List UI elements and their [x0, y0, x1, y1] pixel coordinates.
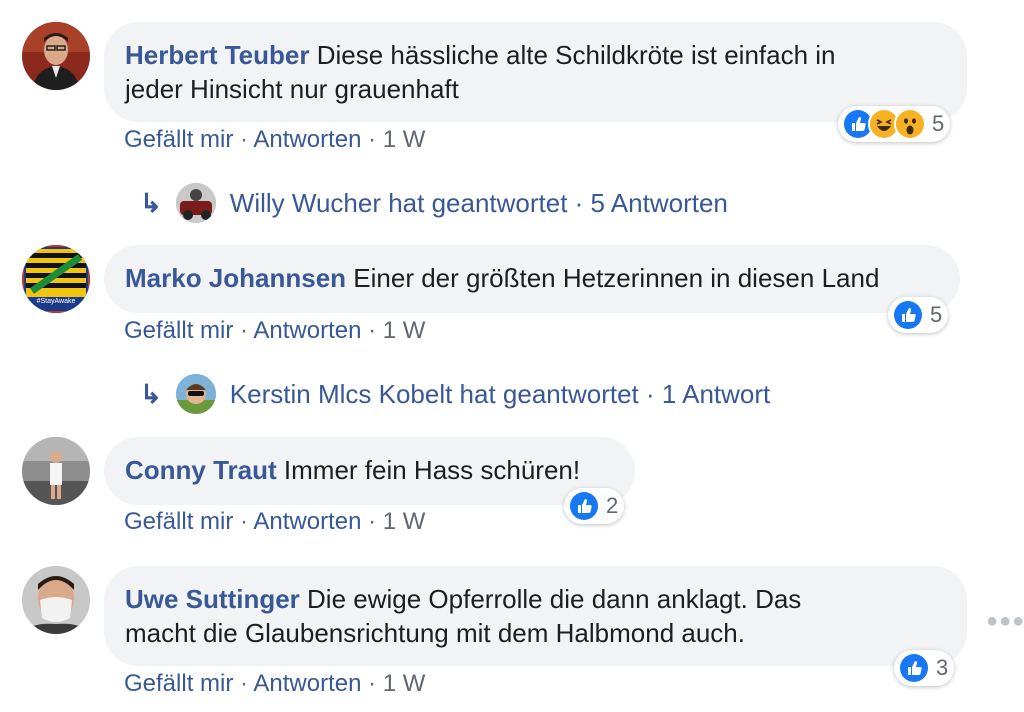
comment-author[interactable]: Conny Traut: [125, 455, 277, 485]
reply-link[interactable]: Antworten: [253, 670, 361, 697]
comment-text-line2: macht die Glaubensrichtung mit dem Halbm…: [125, 618, 745, 648]
reply-arrow-icon: ↳: [140, 188, 162, 218]
reaction-count: 2: [606, 493, 619, 518]
comment-bubble: Uwe Suttinger Die ewige Opferrolle die d…: [104, 566, 967, 666]
reaction-summary[interactable]: 5: [888, 297, 949, 333]
like-link[interactable]: Gefällt mir: [124, 508, 233, 535]
reply-arrow-icon: ↳: [140, 379, 162, 409]
separator: ·: [240, 508, 249, 535]
reply-summary-text[interactable]: Kerstin Mlcs Kobelt hat geantwortet · 1 …: [230, 377, 770, 411]
separator: ·: [240, 670, 249, 697]
reaction-summary[interactable]: 5: [838, 106, 951, 142]
comment-actions: Gefällt mir · Antworten · 1 W: [124, 507, 425, 537]
comment-text: Diese hässliche alte Schildkröte ist ein…: [316, 40, 836, 70]
avatar-caption: #StayAwake: [36, 298, 76, 305]
comment-actions: Gefällt mir · Antworten · 1 W: [124, 669, 425, 699]
comment-author[interactable]: Marko Johannsen: [125, 263, 346, 293]
like-icon: [898, 652, 930, 684]
avatar[interactable]: #StayAwake: [22, 245, 90, 313]
avatar[interactable]: [22, 22, 90, 90]
comment-text: Einer der größten Hetzerinnen in diesen …: [353, 263, 880, 293]
comment-author[interactable]: Uwe Suttinger: [125, 584, 300, 614]
avatar[interactable]: [22, 566, 90, 634]
replies-summary[interactable]: ↳ Willy Wucher hat geantwortet · 5 Antwo…: [140, 183, 728, 223]
reply-summary-text[interactable]: Willy Wucher hat geantwortet · 5 Antwort…: [230, 186, 728, 220]
separator: ·: [368, 317, 377, 344]
comment-age[interactable]: 1 W: [383, 126, 426, 153]
comment-bubble: Herbert Teuber Diese hässliche alte Schi…: [104, 22, 967, 122]
comment-text: Die ewige Opferrolle die dann anklagt. D…: [307, 584, 802, 614]
comment-bubble: Conny Traut Immer fein Hass schüren!: [104, 437, 635, 505]
like-link[interactable]: Gefällt mir: [124, 126, 233, 153]
separator: ·: [240, 126, 249, 153]
like-icon: [568, 490, 600, 522]
reaction-summary[interactable]: 2: [564, 488, 625, 524]
comment-age[interactable]: 1 W: [383, 508, 426, 535]
reply-avatar: [175, 374, 216, 414]
comment-text-line2: jeder Hinsicht nur grauenhaft: [125, 74, 459, 104]
comment-text: Immer fein Hass schüren!: [283, 455, 581, 485]
reply-link[interactable]: Antworten: [253, 508, 361, 535]
ellipsis-icon[interactable]: ●●●: [986, 610, 1024, 633]
comment-bubble: Marko Johannsen Einer der größten Hetzer…: [104, 245, 960, 313]
avatar[interactable]: [22, 437, 90, 505]
like-link[interactable]: Gefällt mir: [124, 317, 233, 344]
comment-author[interactable]: Herbert Teuber: [125, 40, 309, 70]
wow-icon: [894, 108, 926, 140]
comment-age[interactable]: 1 W: [383, 317, 426, 344]
reaction-count: 5: [932, 111, 945, 136]
separator: ·: [368, 126, 377, 153]
reaction-summary[interactable]: 3: [894, 650, 955, 686]
replies-summary[interactable]: ↳ Kerstin Mlcs Kobelt hat geantwortet · …: [140, 374, 770, 414]
separator: ·: [368, 508, 377, 535]
reply-link[interactable]: Antworten: [253, 126, 361, 153]
like-link[interactable]: Gefällt mir: [124, 670, 233, 697]
comment-age[interactable]: 1 W: [383, 670, 426, 697]
reaction-count: 3: [936, 655, 949, 680]
reply-link[interactable]: Antworten: [253, 317, 361, 344]
reply-avatar: [175, 183, 216, 223]
reaction-count: 5: [930, 302, 943, 327]
comment-actions: Gefällt mir · Antworten · 1 W: [124, 316, 425, 346]
like-icon: [892, 299, 924, 331]
comment-actions: Gefällt mir · Antworten · 1 W: [124, 125, 425, 155]
separator: ·: [368, 670, 377, 697]
separator: ·: [240, 317, 249, 344]
